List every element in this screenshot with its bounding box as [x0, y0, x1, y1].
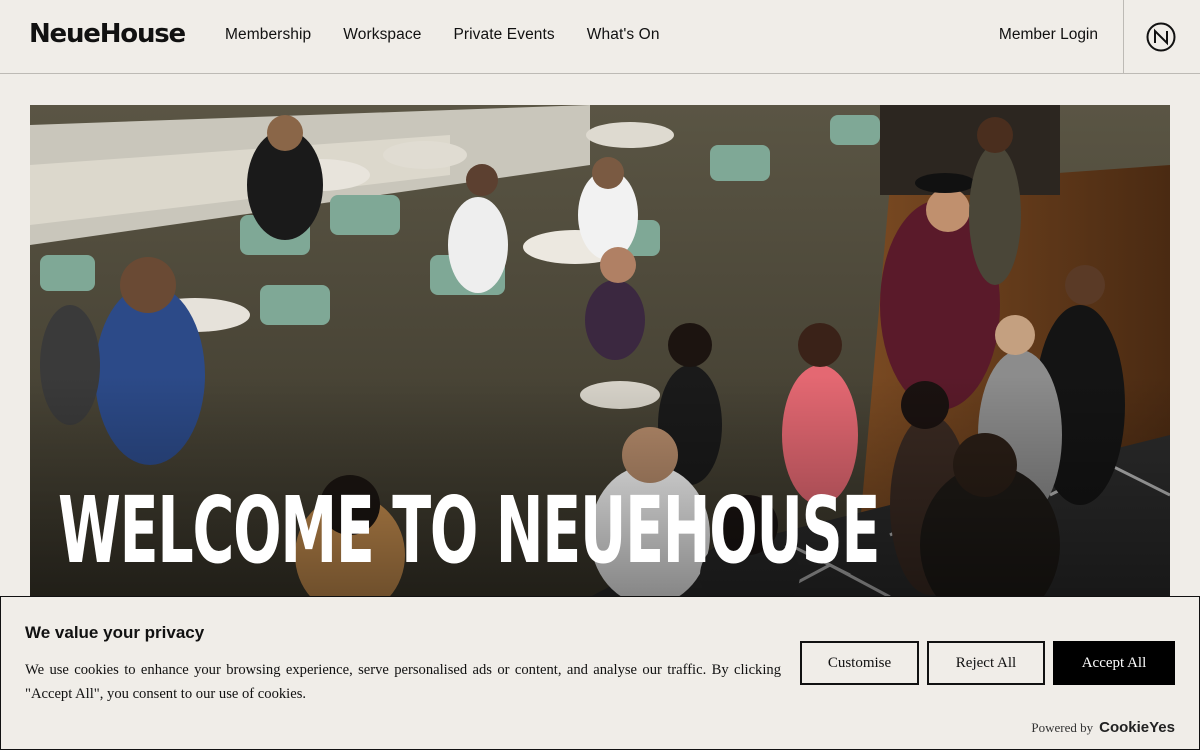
cookie-description: We use cookies to enhance your browsing …	[25, 662, 781, 702]
powered-by: Powered by CookieYes	[1031, 719, 1175, 736]
cookie-consent-banner: We value your privacy We use cookies to …	[0, 596, 1200, 750]
header-divider	[1123, 0, 1124, 74]
nav-whats-on[interactable]: What's On	[587, 26, 660, 44]
hero-image: WELCOME TO NEUEHOUSE	[30, 105, 1170, 597]
reject-all-button[interactable]: Reject All	[927, 641, 1045, 685]
powered-by-label: Powered by	[1031, 720, 1094, 735]
site-logo[interactable]: NeueHouse	[29, 19, 186, 49]
nav-membership[interactable]: Membership	[225, 26, 311, 44]
hero-title: WELCOME TO NEUEHOUSE	[58, 477, 880, 584]
cookie-title: We value your privacy	[25, 623, 205, 642]
nav-private-events[interactable]: Private Events	[453, 26, 554, 44]
cookieyes-logo[interactable]: CookieYes	[1099, 719, 1175, 736]
main-nav: Membership Workspace Private Events What…	[225, 26, 692, 44]
customise-button[interactable]: Customise	[800, 641, 919, 685]
member-login-link[interactable]: Member Login	[999, 26, 1098, 44]
site-header: NeueHouse Membership Workspace Private E…	[0, 0, 1200, 74]
nav-workspace[interactable]: Workspace	[343, 26, 421, 44]
accept-all-button[interactable]: Accept All	[1053, 641, 1175, 685]
neuehouse-n-icon[interactable]	[1146, 22, 1176, 52]
